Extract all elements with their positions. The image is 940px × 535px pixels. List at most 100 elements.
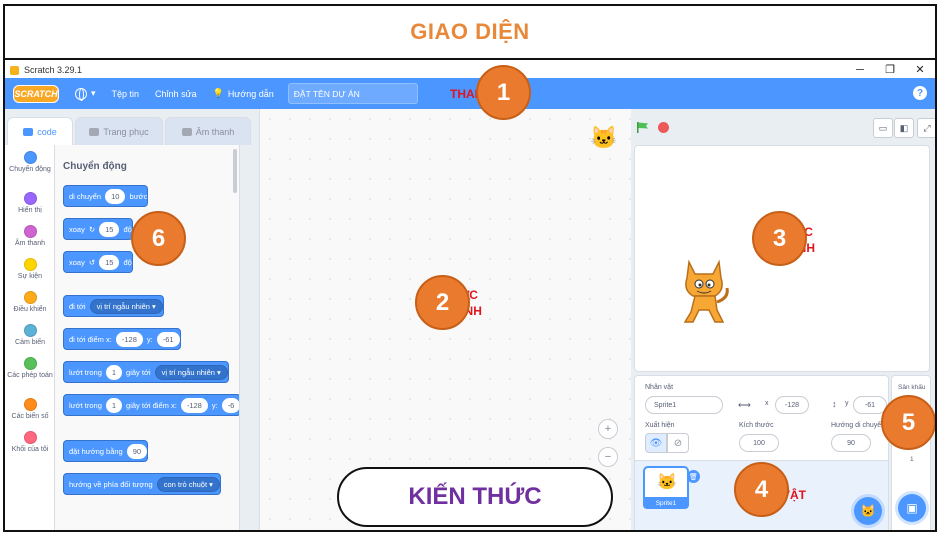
close-button[interactable]: ✕ bbox=[905, 62, 935, 78]
dropdown-text: vị trí ngẫu nhiên bbox=[161, 367, 215, 377]
chevron-down-icon: ▾ bbox=[91, 88, 96, 98]
block-input[interactable]: 10 bbox=[105, 188, 126, 204]
block-input[interactable]: -6 bbox=[221, 397, 239, 413]
language-menu[interactable]: ▾ bbox=[75, 87, 96, 101]
maximize-button[interactable]: ❐ bbox=[875, 62, 905, 78]
lightbulb-icon: 💡 bbox=[212, 88, 224, 98]
add-sprite-button[interactable]: 🐱 bbox=[854, 497, 882, 525]
category-variables[interactable]: Các biến số bbox=[5, 398, 55, 421]
block-text: đi tới bbox=[69, 301, 86, 311]
minimize-button[interactable]: ─ bbox=[845, 62, 875, 78]
y-input[interactable]: -61 bbox=[853, 396, 887, 414]
large-stage-button[interactable]: ◧ bbox=[894, 118, 914, 138]
block-text: lướt trong bbox=[69, 400, 102, 410]
category-sensing[interactable]: Cảm biến bbox=[5, 324, 55, 347]
app-icon bbox=[10, 65, 19, 75]
block-input[interactable]: 15 bbox=[99, 221, 120, 237]
block-turn-right[interactable]: xoay ↻ 15 độ bbox=[63, 218, 133, 240]
small-stage-button[interactable]: ▭ bbox=[873, 118, 893, 138]
knowledge-callout: KIẾN THỨC bbox=[337, 467, 613, 527]
rotate-left-icon: ↺ bbox=[88, 257, 96, 267]
trash-icon[interactable]: 🗑 bbox=[687, 470, 700, 483]
add-backdrop-button[interactable]: ▣ bbox=[898, 494, 926, 522]
slide-frame: GIAO DIỆN Scratch 3.29.1 ─ ❐ ✕ SCRATCH ▾… bbox=[3, 4, 937, 532]
hide-eye-icon[interactable]: ⊘ bbox=[667, 433, 689, 453]
block-point-towards[interactable]: hướng về phía đối tượng con trỏ chuột ▾ bbox=[63, 473, 221, 495]
zoom-out-button[interactable]: − bbox=[598, 447, 618, 467]
category-label: Âm thanh bbox=[15, 240, 45, 247]
block-move-steps[interactable]: di chuyển 10 bước bbox=[63, 185, 149, 207]
block-input[interactable]: 1 bbox=[105, 397, 123, 413]
block-dropdown[interactable]: vị trí ngẫu nhiên ▾ bbox=[89, 298, 163, 314]
block-input[interactable]: 15 bbox=[99, 254, 120, 270]
category-label: Điều khiển bbox=[13, 306, 47, 313]
direction-input[interactable]: 90 bbox=[831, 434, 871, 452]
help-icon[interactable]: ? bbox=[913, 86, 927, 100]
operators-dot bbox=[23, 357, 37, 370]
project-title-input[interactable]: ĐẶT TÊN DỰ ÁN bbox=[287, 83, 418, 104]
palette-scrollbar[interactable] bbox=[233, 149, 237, 193]
category-my-blocks[interactable]: Khối của tôi bbox=[5, 431, 55, 454]
editor-tabs: code Trang phục Âm thanh bbox=[5, 109, 255, 145]
edit-menu[interactable]: Chỉnh sửa bbox=[155, 89, 197, 99]
stage-header: ▭ ◧ ⤢ bbox=[631, 109, 935, 145]
block-input[interactable]: -128 bbox=[180, 397, 208, 413]
block-palette: Chuyển động di chuyển 10 bước xoay ↻ 15 … bbox=[55, 145, 240, 530]
block-text: lướt trong bbox=[69, 367, 102, 377]
tab-code[interactable]: code bbox=[7, 117, 73, 145]
block-glide[interactable]: lướt trong 1 giây tới vị trí ngẫu nhiên … bbox=[63, 361, 229, 383]
size-input[interactable]: 100 bbox=[739, 434, 779, 452]
category-motion[interactable]: Chuyển động bbox=[5, 151, 55, 174]
block-point-direction[interactable]: đặt hướng bằng 90 bbox=[63, 440, 149, 462]
category-label: Sự kiện bbox=[17, 273, 43, 280]
tab-sounds[interactable]: Âm thanh bbox=[165, 117, 251, 145]
block-text: y: bbox=[146, 334, 153, 344]
block-dropdown[interactable]: con trỏ chuột ▾ bbox=[156, 476, 220, 492]
category-looks[interactable]: Hiển thị bbox=[5, 192, 55, 215]
green-flag-icon[interactable] bbox=[637, 122, 649, 133]
block-input[interactable]: 1 bbox=[105, 364, 123, 380]
block-input[interactable]: -128 bbox=[115, 331, 143, 347]
tab-costumes[interactable]: Trang phục bbox=[75, 117, 163, 145]
block-categories: Chuyển động Hiển thị Âm thanh Sự kiện Đi… bbox=[5, 145, 55, 530]
category-label: Các biến số bbox=[11, 413, 49, 420]
block-goto[interactable]: đi tới vị trí ngẫu nhiên ▾ bbox=[63, 295, 164, 317]
block-glide-xy[interactable]: lướt trong 1 giây tới điểm x: -128 y: -6 bbox=[63, 394, 239, 416]
block-goto-xy[interactable]: đi tới điểm x: -128 y: -61 bbox=[63, 328, 181, 350]
cat-sprite[interactable] bbox=[675, 258, 733, 328]
tab-code-label: code bbox=[37, 126, 57, 137]
block-turn-left[interactable]: xoay ↺ 15 độ bbox=[63, 251, 133, 273]
window-title: Scratch 3.29.1 bbox=[24, 65, 83, 75]
show-eye-icon[interactable]: 👁 bbox=[645, 433, 667, 453]
category-sound[interactable]: Âm thanh bbox=[5, 225, 55, 248]
my-blocks-dot bbox=[23, 431, 37, 444]
block-input[interactable]: 90 bbox=[126, 443, 148, 459]
block-text: y: bbox=[211, 400, 218, 410]
code-icon bbox=[23, 127, 34, 136]
cat-add-icon: 🐱 bbox=[860, 504, 876, 518]
block-text: hướng về phía đối tượng bbox=[69, 479, 153, 489]
fullscreen-icon[interactable]: ⤢ bbox=[917, 118, 935, 138]
dropdown-text: con trỏ chuột bbox=[163, 479, 208, 489]
tutorials-menu[interactable]: 💡 Hướng dẫn bbox=[213, 88, 274, 99]
zoom-in-button[interactable]: + bbox=[598, 419, 618, 439]
category-control[interactable]: Điều khiển bbox=[5, 291, 55, 314]
category-events[interactable]: Sự kiện bbox=[5, 258, 55, 281]
scratch-logo[interactable]: SCRATCH bbox=[13, 84, 59, 103]
block-text: độ bbox=[123, 257, 132, 267]
block-text: di chuyển bbox=[69, 191, 102, 201]
size-label: Kích thước bbox=[739, 422, 774, 429]
block-dropdown[interactable]: vị trí ngẫu nhiên ▾ bbox=[154, 364, 228, 380]
file-menu[interactable]: Tệp tin bbox=[112, 89, 140, 99]
block-text: đặt hướng bằng bbox=[69, 446, 123, 456]
globe-icon bbox=[75, 87, 87, 101]
category-operators[interactable]: Các phép toán bbox=[5, 357, 55, 380]
tab-sounds-label: Âm thanh bbox=[195, 126, 235, 137]
block-input[interactable]: -61 bbox=[156, 331, 180, 347]
block-text: đi tới điểm x: bbox=[69, 334, 112, 344]
block-text: bước bbox=[129, 191, 148, 201]
sprite-name-input[interactable]: Sprite1 bbox=[645, 396, 723, 414]
x-input[interactable]: -128 bbox=[775, 396, 809, 414]
badge-2: 2 bbox=[415, 275, 470, 330]
stop-icon[interactable] bbox=[658, 122, 669, 133]
